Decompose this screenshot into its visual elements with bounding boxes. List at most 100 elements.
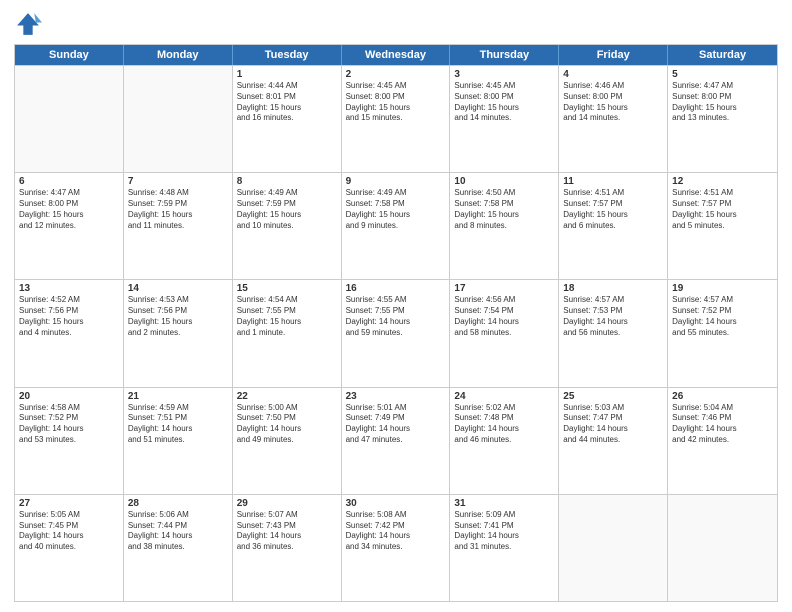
table-row: 1Sunrise: 4:44 AMSunset: 8:01 PMDaylight… bbox=[233, 66, 342, 172]
cell-info: Sunrise: 4:59 AMSunset: 7:51 PMDaylight:… bbox=[128, 403, 228, 446]
day-number: 19 bbox=[672, 283, 773, 294]
day-number: 15 bbox=[237, 283, 337, 294]
table-row: 31Sunrise: 5:09 AMSunset: 7:41 PMDayligh… bbox=[450, 495, 559, 601]
day-number: 30 bbox=[346, 498, 446, 509]
cell-info: Sunrise: 4:46 AMSunset: 8:00 PMDaylight:… bbox=[563, 81, 663, 124]
cell-info: Sunrise: 4:53 AMSunset: 7:56 PMDaylight:… bbox=[128, 295, 228, 338]
table-row bbox=[124, 66, 233, 172]
header bbox=[14, 10, 778, 38]
day-number: 22 bbox=[237, 391, 337, 402]
table-row: 21Sunrise: 4:59 AMSunset: 7:51 PMDayligh… bbox=[124, 388, 233, 494]
cell-info: Sunrise: 4:51 AMSunset: 7:57 PMDaylight:… bbox=[563, 188, 663, 231]
table-row: 11Sunrise: 4:51 AMSunset: 7:57 PMDayligh… bbox=[559, 173, 668, 279]
cell-info: Sunrise: 4:45 AMSunset: 8:00 PMDaylight:… bbox=[346, 81, 446, 124]
table-row: 30Sunrise: 5:08 AMSunset: 7:42 PMDayligh… bbox=[342, 495, 451, 601]
cell-info: Sunrise: 4:55 AMSunset: 7:55 PMDaylight:… bbox=[346, 295, 446, 338]
cell-info: Sunrise: 4:49 AMSunset: 7:58 PMDaylight:… bbox=[346, 188, 446, 231]
day-number: 27 bbox=[19, 498, 119, 509]
table-row: 23Sunrise: 5:01 AMSunset: 7:49 PMDayligh… bbox=[342, 388, 451, 494]
cell-info: Sunrise: 4:54 AMSunset: 7:55 PMDaylight:… bbox=[237, 295, 337, 338]
day-number: 16 bbox=[346, 283, 446, 294]
cell-info: Sunrise: 5:09 AMSunset: 7:41 PMDaylight:… bbox=[454, 510, 554, 553]
day-number: 2 bbox=[346, 69, 446, 80]
header-day-tuesday: Tuesday bbox=[233, 45, 342, 65]
header-day-monday: Monday bbox=[124, 45, 233, 65]
cell-info: Sunrise: 5:04 AMSunset: 7:46 PMDaylight:… bbox=[672, 403, 773, 446]
table-row: 19Sunrise: 4:57 AMSunset: 7:52 PMDayligh… bbox=[668, 280, 777, 386]
cell-info: Sunrise: 5:05 AMSunset: 7:45 PMDaylight:… bbox=[19, 510, 119, 553]
header-day-thursday: Thursday bbox=[450, 45, 559, 65]
cell-info: Sunrise: 4:52 AMSunset: 7:56 PMDaylight:… bbox=[19, 295, 119, 338]
cell-info: Sunrise: 4:48 AMSunset: 7:59 PMDaylight:… bbox=[128, 188, 228, 231]
table-row: 12Sunrise: 4:51 AMSunset: 7:57 PMDayligh… bbox=[668, 173, 777, 279]
table-row: 26Sunrise: 5:04 AMSunset: 7:46 PMDayligh… bbox=[668, 388, 777, 494]
logo-icon bbox=[14, 10, 42, 38]
cell-info: Sunrise: 4:58 AMSunset: 7:52 PMDaylight:… bbox=[19, 403, 119, 446]
table-row: 25Sunrise: 5:03 AMSunset: 7:47 PMDayligh… bbox=[559, 388, 668, 494]
week-row-2: 6Sunrise: 4:47 AMSunset: 8:00 PMDaylight… bbox=[15, 172, 777, 279]
day-number: 11 bbox=[563, 176, 663, 187]
table-row: 2Sunrise: 4:45 AMSunset: 8:00 PMDaylight… bbox=[342, 66, 451, 172]
table-row bbox=[559, 495, 668, 601]
table-row: 27Sunrise: 5:05 AMSunset: 7:45 PMDayligh… bbox=[15, 495, 124, 601]
day-number: 13 bbox=[19, 283, 119, 294]
day-number: 3 bbox=[454, 69, 554, 80]
table-row: 28Sunrise: 5:06 AMSunset: 7:44 PMDayligh… bbox=[124, 495, 233, 601]
table-row: 5Sunrise: 4:47 AMSunset: 8:00 PMDaylight… bbox=[668, 66, 777, 172]
day-number: 12 bbox=[672, 176, 773, 187]
week-row-5: 27Sunrise: 5:05 AMSunset: 7:45 PMDayligh… bbox=[15, 494, 777, 601]
day-number: 7 bbox=[128, 176, 228, 187]
cell-info: Sunrise: 4:50 AMSunset: 7:58 PMDaylight:… bbox=[454, 188, 554, 231]
calendar-header: SundayMondayTuesdayWednesdayThursdayFrid… bbox=[15, 45, 777, 65]
table-row: 6Sunrise: 4:47 AMSunset: 8:00 PMDaylight… bbox=[15, 173, 124, 279]
table-row: 14Sunrise: 4:53 AMSunset: 7:56 PMDayligh… bbox=[124, 280, 233, 386]
cell-info: Sunrise: 4:47 AMSunset: 8:00 PMDaylight:… bbox=[672, 81, 773, 124]
cell-info: Sunrise: 4:44 AMSunset: 8:01 PMDaylight:… bbox=[237, 81, 337, 124]
table-row: 29Sunrise: 5:07 AMSunset: 7:43 PMDayligh… bbox=[233, 495, 342, 601]
day-number: 20 bbox=[19, 391, 119, 402]
table-row: 10Sunrise: 4:50 AMSunset: 7:58 PMDayligh… bbox=[450, 173, 559, 279]
table-row: 20Sunrise: 4:58 AMSunset: 7:52 PMDayligh… bbox=[15, 388, 124, 494]
calendar-body: 1Sunrise: 4:44 AMSunset: 8:01 PMDaylight… bbox=[15, 65, 777, 601]
cell-info: Sunrise: 4:49 AMSunset: 7:59 PMDaylight:… bbox=[237, 188, 337, 231]
page: SundayMondayTuesdayWednesdayThursdayFrid… bbox=[0, 0, 792, 612]
cell-info: Sunrise: 4:45 AMSunset: 8:00 PMDaylight:… bbox=[454, 81, 554, 124]
table-row: 7Sunrise: 4:48 AMSunset: 7:59 PMDaylight… bbox=[124, 173, 233, 279]
cell-info: Sunrise: 4:57 AMSunset: 7:53 PMDaylight:… bbox=[563, 295, 663, 338]
cell-info: Sunrise: 5:01 AMSunset: 7:49 PMDaylight:… bbox=[346, 403, 446, 446]
day-number: 1 bbox=[237, 69, 337, 80]
day-number: 10 bbox=[454, 176, 554, 187]
header-day-friday: Friday bbox=[559, 45, 668, 65]
logo bbox=[14, 10, 46, 38]
calendar: SundayMondayTuesdayWednesdayThursdayFrid… bbox=[14, 44, 778, 602]
table-row: 13Sunrise: 4:52 AMSunset: 7:56 PMDayligh… bbox=[15, 280, 124, 386]
day-number: 17 bbox=[454, 283, 554, 294]
table-row: 3Sunrise: 4:45 AMSunset: 8:00 PMDaylight… bbox=[450, 66, 559, 172]
table-row: 18Sunrise: 4:57 AMSunset: 7:53 PMDayligh… bbox=[559, 280, 668, 386]
cell-info: Sunrise: 4:56 AMSunset: 7:54 PMDaylight:… bbox=[454, 295, 554, 338]
day-number: 4 bbox=[563, 69, 663, 80]
cell-info: Sunrise: 5:02 AMSunset: 7:48 PMDaylight:… bbox=[454, 403, 554, 446]
header-day-wednesday: Wednesday bbox=[342, 45, 451, 65]
day-number: 5 bbox=[672, 69, 773, 80]
week-row-3: 13Sunrise: 4:52 AMSunset: 7:56 PMDayligh… bbox=[15, 279, 777, 386]
day-number: 31 bbox=[454, 498, 554, 509]
day-number: 9 bbox=[346, 176, 446, 187]
cell-info: Sunrise: 4:57 AMSunset: 7:52 PMDaylight:… bbox=[672, 295, 773, 338]
cell-info: Sunrise: 5:08 AMSunset: 7:42 PMDaylight:… bbox=[346, 510, 446, 553]
cell-info: Sunrise: 4:51 AMSunset: 7:57 PMDaylight:… bbox=[672, 188, 773, 231]
table-row: 17Sunrise: 4:56 AMSunset: 7:54 PMDayligh… bbox=[450, 280, 559, 386]
table-row: 4Sunrise: 4:46 AMSunset: 8:00 PMDaylight… bbox=[559, 66, 668, 172]
day-number: 14 bbox=[128, 283, 228, 294]
day-number: 28 bbox=[128, 498, 228, 509]
header-day-sunday: Sunday bbox=[15, 45, 124, 65]
table-row: 9Sunrise: 4:49 AMSunset: 7:58 PMDaylight… bbox=[342, 173, 451, 279]
cell-info: Sunrise: 5:06 AMSunset: 7:44 PMDaylight:… bbox=[128, 510, 228, 553]
table-row: 24Sunrise: 5:02 AMSunset: 7:48 PMDayligh… bbox=[450, 388, 559, 494]
table-row bbox=[15, 66, 124, 172]
cell-info: Sunrise: 5:03 AMSunset: 7:47 PMDaylight:… bbox=[563, 403, 663, 446]
day-number: 23 bbox=[346, 391, 446, 402]
table-row: 8Sunrise: 4:49 AMSunset: 7:59 PMDaylight… bbox=[233, 173, 342, 279]
day-number: 24 bbox=[454, 391, 554, 402]
day-number: 6 bbox=[19, 176, 119, 187]
